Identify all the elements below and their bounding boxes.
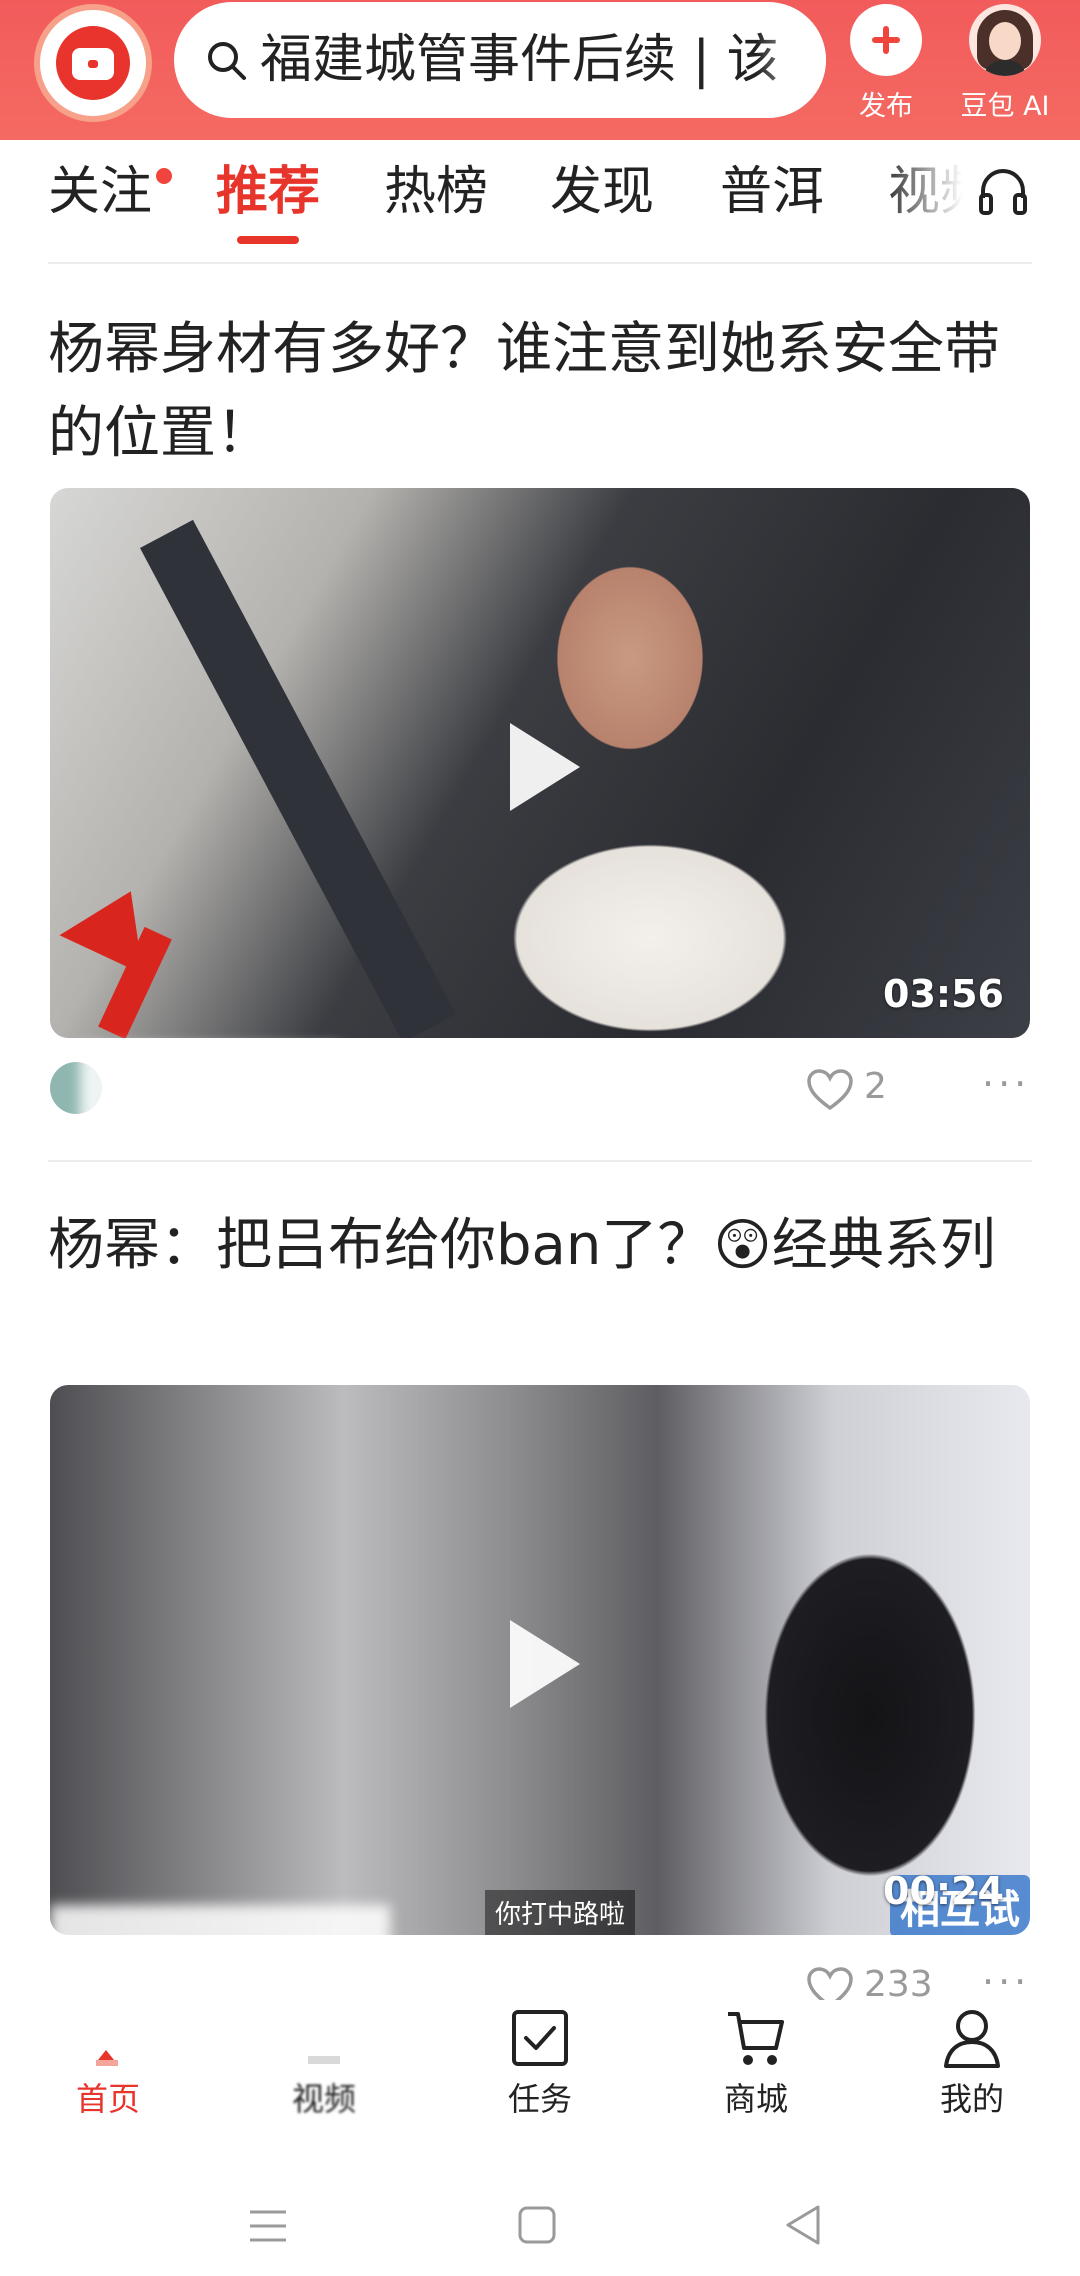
search-box[interactable]: 福建城管事件后续 | 该 [174, 2, 826, 118]
video-duration: 00:24 [883, 1869, 1004, 1913]
top-bar: 福建城管事件后续 | 该 发布 豆包 AI [0, 0, 1080, 140]
new-content-dot [156, 168, 172, 184]
app-logo-icon[interactable] [34, 4, 152, 122]
video-thumbnail[interactable]: 相互试 你打中路啦 00:24 [50, 1385, 1030, 1935]
shopping-cart-icon [728, 2012, 784, 2065]
nav-mall[interactable]: 商城 [676, 2008, 836, 2120]
nav-label: 任务 [507, 2080, 572, 2118]
article-title[interactable]: 杨幂身材有多好？谁注意到她系安全带的位置！ [48, 308, 1028, 476]
search-query-text: 福建城管事件后续 | 该 [260, 30, 779, 90]
play-icon[interactable] [510, 723, 580, 811]
like-icon[interactable] [806, 1068, 854, 1112]
nav-video[interactable]: 视频 [244, 2008, 404, 2120]
home-square-icon[interactable] [518, 2206, 556, 2244]
nav-label: 我的 [939, 2080, 1004, 2118]
tab-discover[interactable]: 发现 [550, 160, 654, 224]
person-icon [944, 2010, 1000, 2068]
publish-button[interactable]: 发布 [846, 4, 926, 124]
publish-label: 发布 [859, 91, 913, 122]
active-tab-indicator [237, 236, 299, 244]
ai-avatar-icon [969, 4, 1041, 76]
nav-label: 商城 [723, 2080, 788, 2118]
menu-icon[interactable] [248, 2208, 288, 2244]
tab-follow[interactable]: 关注 [48, 160, 152, 224]
like-count: 2 [864, 1066, 887, 1107]
video-subtitle: 你打中路啦 [485, 1890, 636, 1935]
more-options-icon[interactable]: ··· [982, 1062, 1030, 1106]
back-icon[interactable] [784, 2204, 822, 2246]
doubao-ai-button[interactable]: 豆包 AI [950, 4, 1060, 124]
tab-puer[interactable]: 普洱 [720, 160, 824, 224]
video-thumbnail[interactable]: 03:56 [50, 488, 1030, 1038]
article-title[interactable]: 杨幂：把吕布给你ban了？😲经典系列 [48, 1204, 1028, 1288]
tab-recommend[interactable]: 推荐 [216, 160, 320, 224]
play-icon[interactable] [510, 1620, 580, 1708]
like-count: 233 [864, 1964, 933, 2005]
video-icon [308, 2056, 340, 2064]
nav-label: 首页 [75, 2080, 140, 2118]
divider [48, 1160, 1032, 1162]
nav-home[interactable]: 首页 [28, 2008, 188, 2120]
ai-label: 豆包 AI [960, 91, 1050, 122]
system-nav-bar [0, 2150, 1080, 2276]
video-duration: 03:56 [883, 972, 1004, 1016]
more-options-icon[interactable]: ··· [982, 1960, 1030, 2004]
plus-icon [850, 4, 922, 76]
nav-tasks[interactable]: 任务 [460, 2008, 620, 2120]
nav-profile[interactable]: 我的 [892, 2008, 1052, 2120]
home-icon [96, 2050, 118, 2066]
nav-label: 视频 [291, 2080, 356, 2118]
tab-hot[interactable]: 热榜 [384, 160, 488, 224]
headphone-icon[interactable] [976, 164, 1030, 218]
checkbox-icon [512, 2010, 568, 2066]
search-icon [208, 42, 246, 80]
divider [48, 262, 1032, 264]
